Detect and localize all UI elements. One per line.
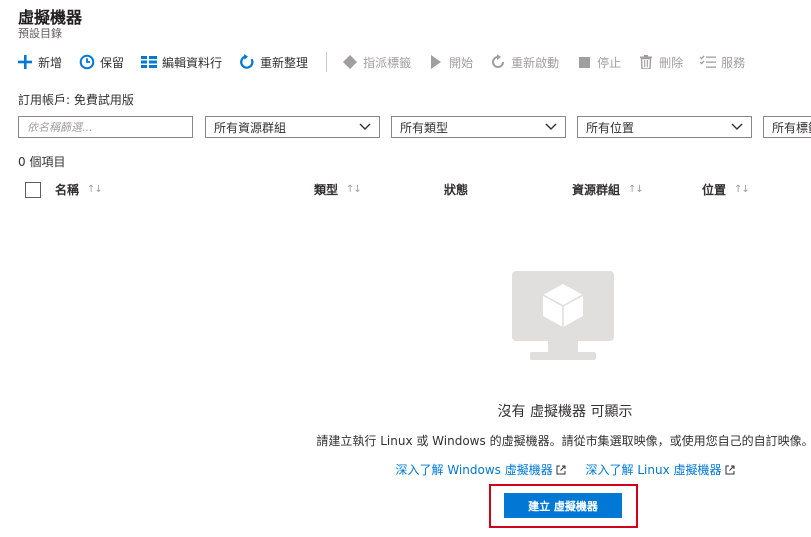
empty-state-description: 請建立執行 Linux 或 Windows 的虛擬機器。請從市集選取映像，或使用… — [316, 434, 811, 448]
edit-columns-button[interactable]: 編輯資料行 — [140, 53, 222, 71]
filter-bar: 所有資源群組 所有類型 所有位置 所有標籤 — [18, 116, 811, 138]
refresh-icon — [238, 53, 256, 71]
start-button[interactable]: 開始 — [427, 53, 473, 71]
column-type-label: 類型 — [314, 183, 339, 197]
assign-tags-button[interactable]: 指派標籤 — [341, 53, 411, 71]
learn-windows-label: 深入了解 Windows 虛擬機器 — [395, 463, 553, 477]
item-count: 0 個項目 — [18, 155, 66, 169]
type-dropdown-value: 所有類型 — [400, 120, 449, 135]
reserve-button[interactable]: 保留 — [78, 53, 124, 71]
external-link-icon — [556, 465, 566, 475]
tags-dropdown[interactable]: 所有標籤 — [763, 116, 811, 138]
location-dropdown-value: 所有位置 — [586, 120, 635, 135]
create-vm-button[interactable]: 建立 虛擬機器 — [504, 493, 622, 518]
select-all-checkbox[interactable] — [25, 182, 41, 198]
name-filter-input[interactable] — [18, 116, 193, 138]
column-header-status: 狀態 — [444, 181, 468, 198]
sort-arrows-icon: ↑↓ — [87, 184, 103, 195]
table-header: 名稱 ↑↓ 類型 ↑↓ 狀態 資源群組 ↑↓ 位置 ↑↓ — [0, 176, 811, 204]
chevron-down-icon — [731, 123, 743, 131]
column-header-location[interactable]: 位置 ↑↓ — [702, 181, 750, 198]
restart-button[interactable]: 重新啟動 — [489, 53, 559, 71]
command-bar: 新增 保留 編輯資料行 重新整理 指派標籤 開始 重新啟動 停止 刪除 服務 — [0, 50, 811, 74]
delete-label: 刪除 — [659, 55, 684, 70]
play-icon — [427, 53, 445, 71]
resource-group-dropdown-value: 所有資源群組 — [214, 120, 287, 135]
add-button[interactable]: 新增 — [16, 53, 62, 71]
subscription-label: 訂用帳戶: 免費試用版 — [18, 93, 134, 107]
delete-button[interactable]: 刪除 — [637, 53, 683, 71]
refresh-label: 重新整理 — [260, 55, 309, 70]
plus-icon — [16, 53, 34, 71]
sort-arrows-icon: ↑↓ — [346, 184, 362, 195]
columns-icon — [140, 53, 158, 71]
column-status-label: 狀態 — [444, 183, 469, 197]
services-button[interactable]: 服務 — [699, 53, 745, 71]
column-resource-group-label: 資源群組 — [572, 183, 621, 197]
edit-columns-label: 編輯資料行 — [162, 55, 223, 70]
chevron-down-icon — [359, 123, 371, 131]
chevron-down-icon — [545, 123, 557, 131]
tags-dropdown-value: 所有標籤 — [772, 120, 811, 135]
toolbar-divider — [326, 52, 328, 72]
column-header-type[interactable]: 類型 ↑↓ — [314, 181, 362, 198]
page-subtitle: 預設目錄 — [18, 27, 62, 40]
column-header-name[interactable]: 名稱 ↑↓ — [55, 181, 103, 198]
learn-linux-label: 深入了解 Linux 虛擬機器 — [585, 463, 722, 477]
stop-label: 停止 — [597, 55, 622, 70]
refresh-button[interactable]: 重新整理 — [238, 53, 308, 71]
learn-more-links: 深入了解 Windows 虛擬機器 深入了解 Linux 虛擬機器 — [0, 461, 811, 478]
external-link-icon — [725, 465, 735, 475]
sort-arrows-icon: ↑↓ — [734, 184, 750, 195]
resource-group-dropdown[interactable]: 所有資源群組 — [205, 116, 380, 138]
services-label: 服務 — [721, 55, 746, 70]
checklist-icon — [699, 53, 717, 71]
tag-icon — [341, 53, 359, 71]
column-name-label: 名稱 — [55, 183, 80, 197]
stop-icon — [575, 53, 593, 71]
location-dropdown[interactable]: 所有位置 — [577, 116, 752, 138]
restart-label: 重新啟動 — [511, 55, 560, 70]
learn-windows-link[interactable]: 深入了解 Windows 虛擬機器 — [396, 461, 566, 478]
stop-button[interactable]: 停止 — [575, 53, 621, 71]
clock-icon — [78, 53, 96, 71]
restart-icon — [489, 53, 507, 71]
empty-state-title: 沒有 虛擬機器 可顯示 — [497, 404, 633, 420]
monitor-cube-icon — [512, 271, 615, 367]
sort-arrows-icon: ↑↓ — [628, 184, 644, 195]
learn-linux-link[interactable]: 深入了解 Linux 虛擬機器 — [586, 461, 735, 478]
trash-icon — [637, 53, 655, 71]
assign-tags-label: 指派標籤 — [363, 55, 412, 70]
column-location-label: 位置 — [702, 183, 727, 197]
column-header-resource-group[interactable]: 資源群組 ↑↓ — [572, 181, 644, 198]
start-label: 開始 — [449, 55, 474, 70]
reserve-label: 保留 — [100, 55, 125, 70]
add-label: 新增 — [38, 55, 63, 70]
type-dropdown[interactable]: 所有類型 — [391, 116, 566, 138]
